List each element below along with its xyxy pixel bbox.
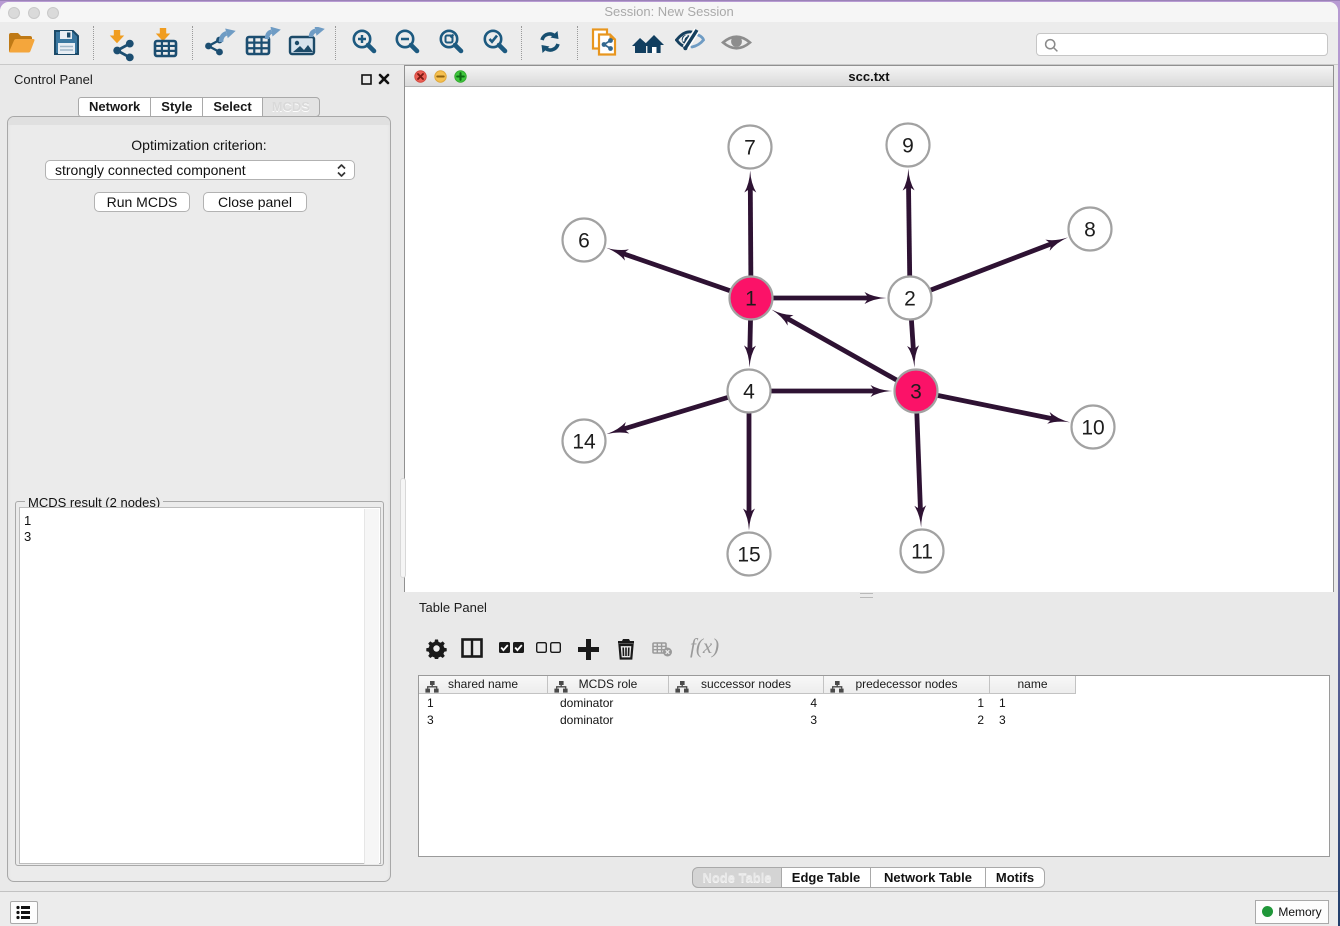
- svg-text:10: 10: [1081, 417, 1104, 440]
- svg-text:7: 7: [744, 137, 756, 160]
- svg-text:4: 4: [743, 381, 755, 404]
- svg-text:9: 9: [902, 135, 914, 158]
- svg-text:15: 15: [737, 544, 760, 567]
- svg-text:6: 6: [578, 230, 590, 253]
- svg-text:3: 3: [910, 381, 922, 404]
- svg-text:8: 8: [1084, 219, 1096, 242]
- svg-text:14: 14: [572, 431, 596, 454]
- svg-text:1: 1: [745, 288, 757, 311]
- svg-text:2: 2: [904, 288, 916, 311]
- svg-text:11: 11: [911, 541, 933, 564]
